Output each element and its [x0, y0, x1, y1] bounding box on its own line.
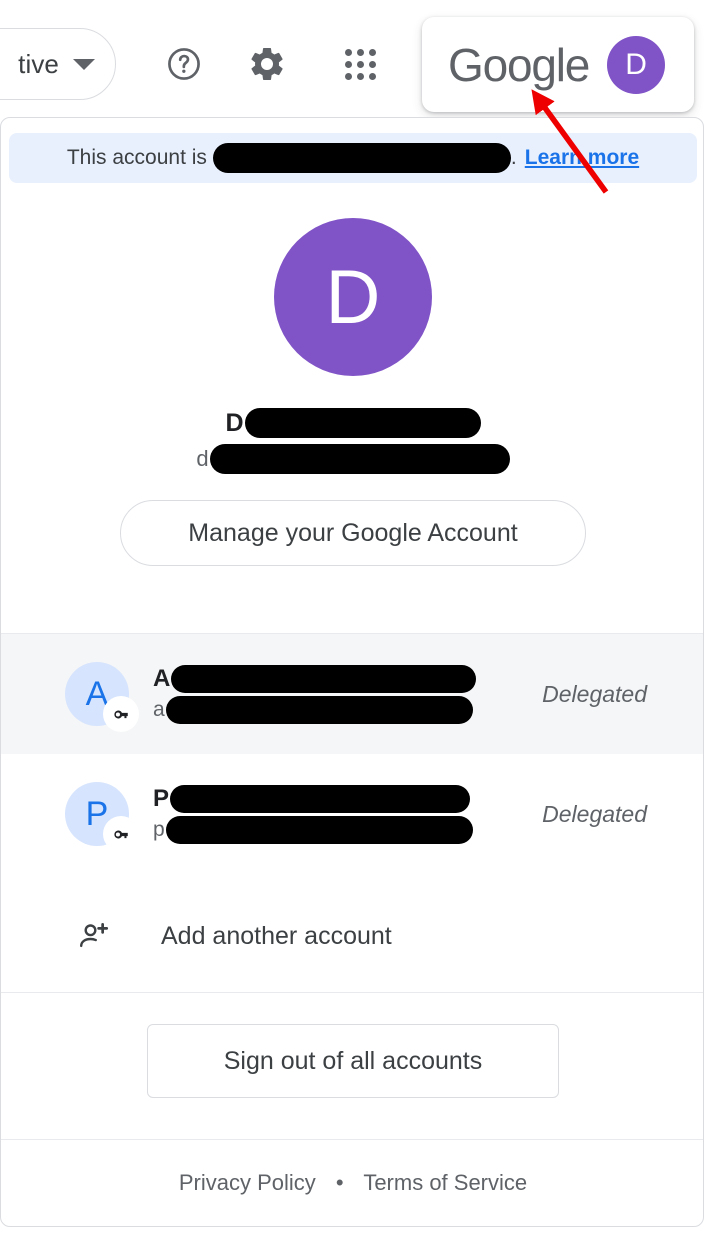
profile-email-prefix: d: [196, 446, 209, 471]
sign-out-all-button[interactable]: Sign out of all accounts: [147, 1024, 559, 1098]
avatar[interactable]: D: [607, 35, 666, 94]
profile-name-prefix: D: [225, 408, 244, 437]
status-dropdown-label: tive: [18, 48, 59, 79]
account-name-prefix: A: [153, 665, 171, 692]
footer-separator: •: [335, 1170, 344, 1195]
account-name: A: [153, 664, 542, 694]
profile-avatar: D: [274, 218, 432, 376]
manage-google-account-button[interactable]: Manage your Google Account: [120, 500, 586, 566]
redacted-bar: [165, 696, 473, 724]
account-email-prefix: p: [153, 817, 165, 841]
privacy-policy-link[interactable]: Privacy Policy: [179, 1170, 316, 1195]
account-text: P p: [153, 784, 542, 844]
redacted-bar: [170, 785, 471, 813]
account-email-prefix: a: [153, 697, 165, 721]
help-circle-icon: [168, 48, 200, 80]
account-email: p: [153, 816, 542, 844]
admin-notice-banner: This account is . Learn more: [9, 133, 697, 183]
top-bar: tive Google D: [0, 0, 704, 122]
apps-grid-icon: [345, 49, 376, 80]
account-name-prefix: P: [153, 785, 170, 812]
footer: Privacy Policy • Terms of Service: [1, 1170, 703, 1196]
redacted-bar: [244, 408, 481, 438]
admin-notice-text-before: This account is: [66, 146, 207, 169]
profile-email: d: [1, 444, 703, 474]
account-chip[interactable]: Google D: [422, 17, 694, 112]
status-dropdown-button[interactable]: tive: [0, 28, 116, 100]
account-status-badge: Delegated: [542, 800, 647, 827]
help-button[interactable]: [156, 36, 212, 92]
profile-name: D: [1, 408, 703, 438]
key-icon: [105, 698, 137, 730]
redacted-bar: [212, 143, 511, 173]
admin-notice-text-after: .: [510, 146, 517, 169]
account-email: a: [153, 696, 542, 724]
divider: [1, 992, 703, 993]
account-list-item[interactable]: A A a Delegated: [1, 634, 703, 754]
divider: [1, 1139, 703, 1140]
profile-block: D D d Manage your Google Account: [1, 218, 703, 566]
account-status-badge: Delegated: [542, 680, 647, 707]
account-text: A a: [153, 664, 542, 724]
account-avatar-wrap: P: [65, 782, 137, 850]
add-another-account-label: Add another account: [161, 921, 392, 950]
account-avatar-wrap: A: [65, 662, 137, 730]
key-icon: [105, 818, 137, 850]
account-name: P: [153, 784, 542, 814]
learn-more-link[interactable]: Learn more: [525, 146, 639, 170]
account-list-item[interactable]: P P p Delegated: [1, 754, 703, 874]
add-another-account-item[interactable]: Add another account: [1, 884, 703, 988]
redacted-bar: [171, 665, 477, 693]
settings-button[interactable]: [239, 36, 295, 92]
terms-of-service-link[interactable]: Terms of Service: [363, 1170, 527, 1195]
brand-wordmark: Google: [448, 38, 590, 91]
account-popup-card: This account is . Learn more D D d Manag…: [0, 117, 704, 1227]
person-add-icon: [80, 922, 109, 948]
apps-launcher-button[interactable]: [332, 36, 388, 92]
gear-icon: [251, 47, 283, 80]
redacted-bar: [165, 816, 473, 844]
redacted-bar: [209, 444, 510, 474]
chevron-down-icon: [73, 58, 95, 70]
